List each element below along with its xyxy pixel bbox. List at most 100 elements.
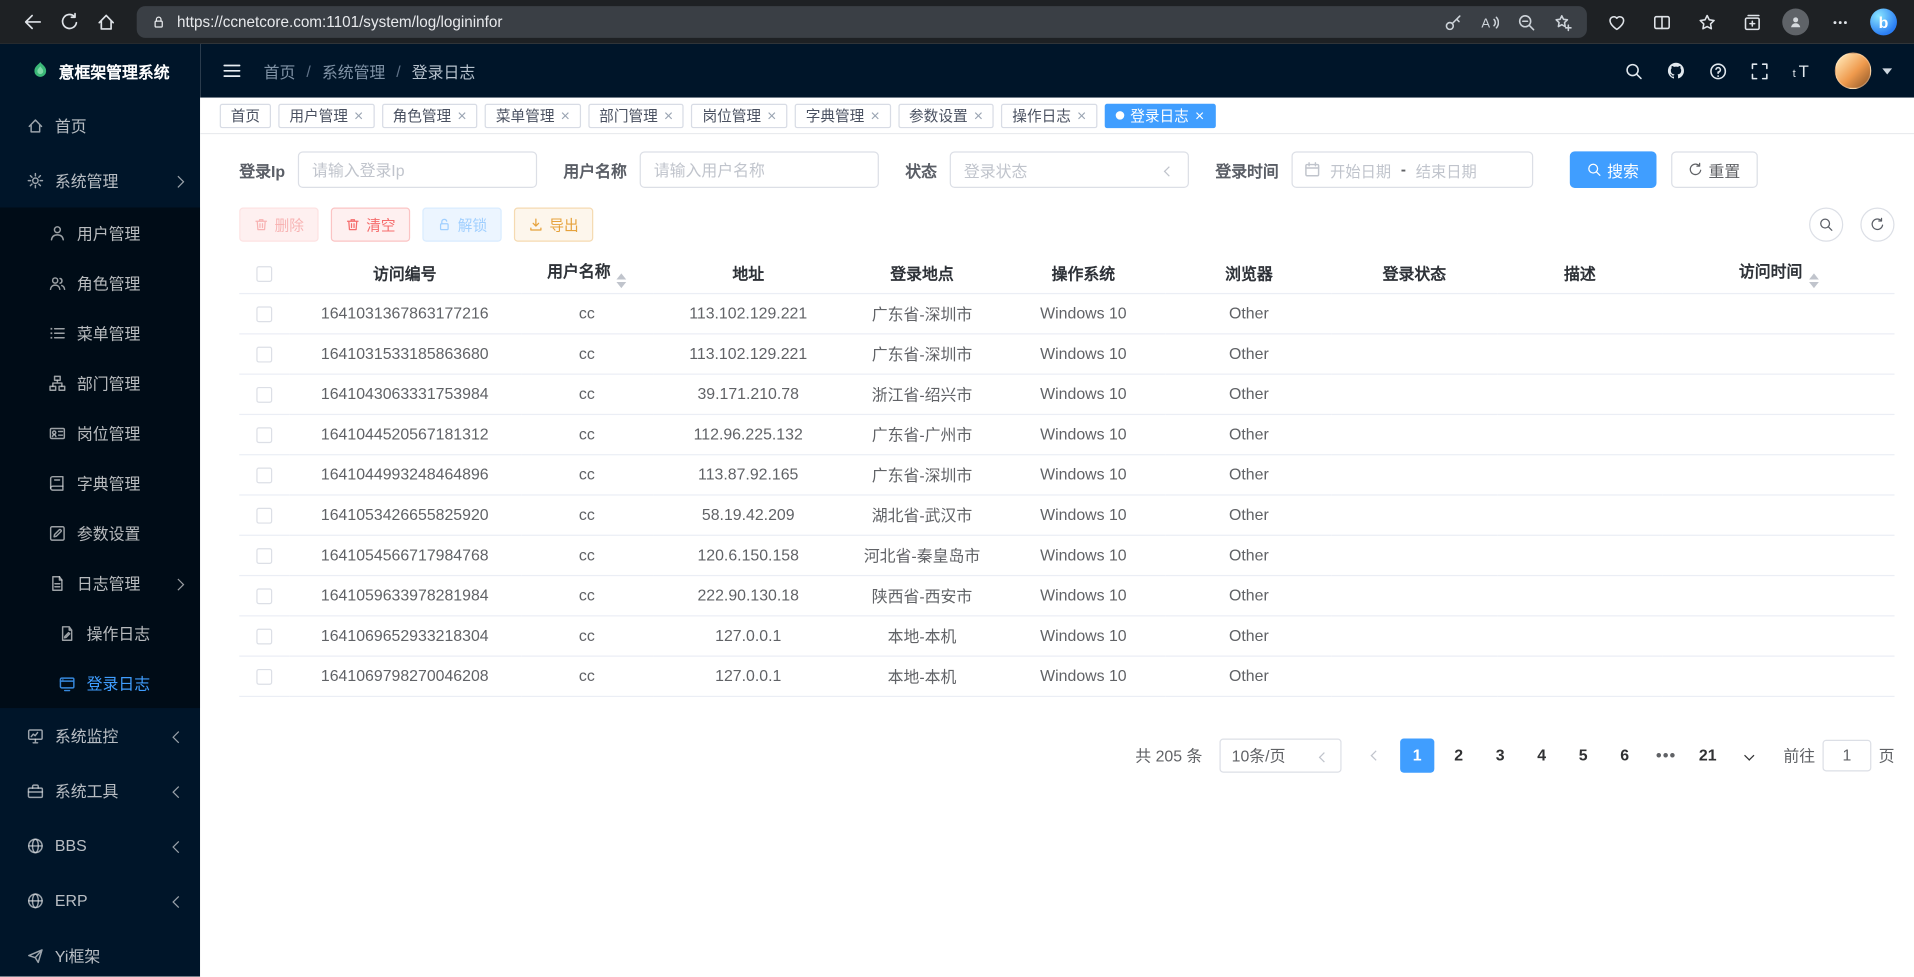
fullscreen-button[interactable] [1750,62,1768,80]
browser-settings-menu-button[interactable] [1825,5,1854,39]
clear-button[interactable]: 清空 [331,208,410,242]
login-ip-input[interactable] [297,151,536,188]
table-row[interactable]: 1641069652933218304 cc 127.0.0.1 本地-本机 W… [239,615,1894,655]
col-visit-time[interactable]: 访问时间 [1663,254,1895,293]
page-button-1[interactable]: 1 [1400,738,1434,772]
add-favorite-star-icon[interactable] [1554,13,1572,31]
tab-post-management[interactable]: 岗位管理× [691,103,787,127]
sidebar-item-system-tools[interactable]: 系统工具 [0,763,200,818]
page-button-6[interactable]: 6 [1608,738,1642,772]
tab-close-icon[interactable]: × [664,107,673,123]
browser-home-button[interactable] [88,5,125,39]
read-aloud-icon[interactable]: A [1481,13,1499,31]
row-checkbox[interactable] [256,548,272,564]
sidebar-item-role-management[interactable]: 角色管理 [0,258,200,308]
browser-address-bar[interactable]: https://ccnetcore.com:1101/system/log/lo… [137,6,1587,38]
breadcrumb-item[interactable]: 系统管理 [322,59,385,82]
page-button-3[interactable]: 3 [1483,738,1517,772]
tab-dept-management[interactable]: 部门管理× [588,103,684,127]
sort-caret[interactable] [1809,273,1819,288]
sidebar-item-log-management[interactable]: 日志管理 [0,558,200,608]
copilot-bing-button[interactable]: b [1870,9,1897,36]
page-button-2[interactable]: 2 [1442,738,1476,772]
reset-button[interactable]: 重置 [1671,151,1758,188]
row-checkbox[interactable] [256,387,272,403]
sidebar-item-yi-framework[interactable]: Yi框架 [0,928,200,977]
collapse-sidebar-button[interactable] [222,61,242,81]
sidebar-item-home[interactable]: 首页 [0,98,200,153]
browser-back-button[interactable] [15,5,52,39]
search-button[interactable]: 搜索 [1569,151,1656,188]
tab-close-icon[interactable]: × [870,107,879,123]
sidebar-item-dept-management[interactable]: 部门管理 [0,358,200,408]
next-page-button[interactable] [1732,738,1766,772]
sidebar-item-system-management[interactable]: 系统管理 [0,153,200,208]
table-row[interactable]: 1641031533185863680 cc 113.102.129.221 广… [239,333,1894,373]
table-row[interactable]: 1641069798270046208 cc 127.0.0.1 本地-本机 W… [239,656,1894,696]
show-search-toggle-button[interactable] [1809,208,1843,242]
tab-user-management[interactable]: 用户管理× [278,103,374,127]
table-row[interactable]: 1641043063331753984 cc 39.171.210.78 浙江省… [239,374,1894,414]
tab-home[interactable]: 首页 [220,103,271,127]
row-checkbox[interactable] [256,306,272,322]
table-row[interactable]: 1641044993248464896 cc 113.87.92.165 广东省… [239,454,1894,494]
table-row[interactable]: 1641053426655825920 cc 58.19.42.209 湖北省-… [239,494,1894,534]
tab-close-icon[interactable]: × [1077,107,1086,123]
user-avatar[interactable] [1835,52,1872,89]
page-button-4[interactable]: 4 [1525,738,1559,772]
breadcrumb-item[interactable]: 首页 [264,59,296,82]
sidebar-item-system-monitor[interactable]: 系统监控 [0,708,200,763]
tab-close-icon[interactable]: × [354,107,363,123]
page-button-5[interactable]: 5 [1566,738,1600,772]
row-checkbox[interactable] [256,427,272,443]
page-size-select[interactable]: 10条/页 [1219,738,1341,772]
tab-param-settings[interactable]: 参数设置× [898,103,994,127]
split-screen-button[interactable] [1647,5,1676,39]
tab-close-icon[interactable]: × [1195,107,1204,123]
font-size-button[interactable]: tT [1792,61,1812,81]
header-search-button[interactable] [1625,62,1643,80]
table-row[interactable]: 1641054566717984768 cc 120.6.150.158 河北省… [239,535,1894,575]
sort-caret[interactable] [617,273,627,288]
select-all-checkbox[interactable] [256,266,272,282]
sidebar-item-erp[interactable]: ERP [0,873,200,928]
row-checkbox[interactable] [256,508,272,524]
help-button[interactable] [1709,62,1727,80]
zoom-out-icon[interactable] [1517,13,1535,31]
password-key-icon[interactable] [1444,13,1462,31]
browser-profile-avatar[interactable] [1782,9,1809,36]
status-select[interactable]: 登录状态 [949,151,1188,188]
pagination-ellipsis[interactable]: ••• [1649,746,1683,764]
sidebar-item-param-settings[interactable]: 参数设置 [0,508,200,558]
github-button[interactable] [1666,61,1686,81]
page-button-last[interactable]: 21 [1691,738,1725,772]
sidebar-item-dict-management[interactable]: 字典管理 [0,458,200,508]
export-button[interactable]: 导出 [514,208,593,242]
delete-button[interactable]: 删除 [239,208,318,242]
collections-button[interactable] [1737,5,1766,39]
table-row[interactable]: 1641044520567181312 cc 112.96.225.132 广东… [239,414,1894,454]
sidebar-item-login-log[interactable]: 登录日志 [0,658,200,708]
col-user-name[interactable]: 用户名称 [521,254,653,293]
unlock-button[interactable]: 解锁 [422,208,501,242]
row-checkbox[interactable] [256,629,272,645]
prev-page-button[interactable] [1359,738,1393,772]
tab-role-management[interactable]: 角色管理× [382,103,478,127]
tab-login-log[interactable]: 登录日志× [1105,103,1216,127]
sidebar-item-user-management[interactable]: 用户管理 [0,208,200,258]
tab-close-icon[interactable]: × [767,107,776,123]
tab-menu-management[interactable]: 菜单管理× [485,103,581,127]
row-checkbox[interactable] [256,347,272,363]
table-row[interactable]: 1641059633978281984 cc 222.90.130.18 陕西省… [239,575,1894,615]
refresh-table-button[interactable] [1860,208,1894,242]
sidebar-item-post-management[interactable]: 岗位管理 [0,408,200,458]
tab-close-icon[interactable]: × [457,107,466,123]
table-row[interactable]: 1641031367863177216 cc 113.102.129.221 广… [239,293,1894,333]
row-checkbox[interactable] [256,468,272,484]
tab-operation-log[interactable]: 操作日志× [1001,103,1097,127]
goto-page-input[interactable] [1822,739,1871,771]
tab-close-icon[interactable]: × [974,107,983,123]
browser-refresh-button[interactable] [51,5,88,39]
tab-close-icon[interactable]: × [561,107,570,123]
sidebar-item-menu-management[interactable]: 菜单管理 [0,308,200,358]
